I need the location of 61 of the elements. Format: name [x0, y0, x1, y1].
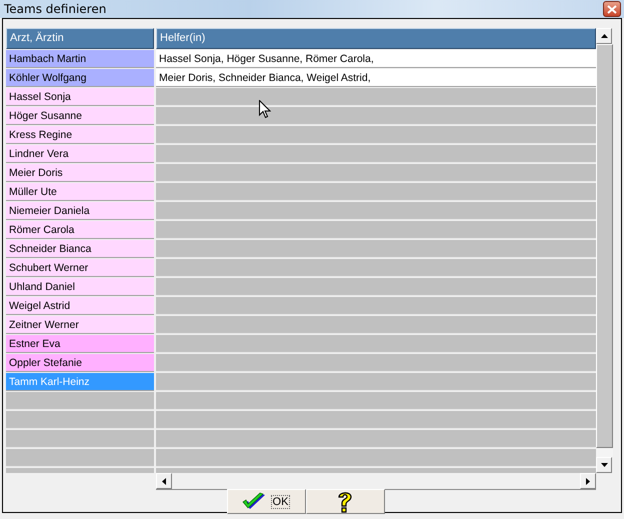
empty-cell[interactable]: [156, 88, 596, 106]
empty-cell[interactable]: [156, 202, 596, 220]
table-cell[interactable]: Oppler Stefanie: [6, 354, 154, 372]
table-cell[interactable]: Schubert Werner: [6, 259, 154, 277]
window-title: Teams definieren: [4, 2, 106, 16]
table-cell[interactable]: Römer Carola: [6, 221, 154, 239]
scroll-left-button[interactable]: [156, 473, 172, 489]
empty-cell[interactable]: [156, 278, 596, 296]
table-cell[interactable]: Lindner Vera: [6, 145, 154, 163]
empty-cell[interactable]: [156, 316, 596, 334]
empty-cell[interactable]: [156, 354, 596, 372]
table-cell[interactable]: Estner Eva: [6, 335, 154, 353]
horizontal-scrollbar[interactable]: [156, 473, 596, 490]
empty-cell[interactable]: [156, 183, 596, 201]
empty-cell[interactable]: [156, 221, 596, 239]
empty-cell[interactable]: [156, 164, 596, 182]
left-arrow-icon: [162, 478, 166, 484]
empty-cell[interactable]: [156, 145, 596, 163]
empty-cell[interactable]: [156, 107, 596, 125]
table-cell[interactable]: Weigel Astrid: [6, 297, 154, 315]
table-cell[interactable]: Hassel Sonja: [6, 88, 154, 106]
empty-cell[interactable]: [156, 240, 596, 258]
empty-cell[interactable]: [6, 430, 154, 448]
table-cell[interactable]: Müller Ute: [6, 183, 154, 201]
empty-cell[interactable]: [156, 259, 596, 277]
question-mark-icon: [336, 490, 354, 514]
scroll-down-button[interactable]: [596, 457, 612, 473]
scroll-up-button[interactable]: [596, 28, 612, 44]
column-header[interactable]: Helfer(in): [156, 28, 596, 49]
empty-cell[interactable]: [156, 373, 596, 391]
table-cell[interactable]: Köhler Wolfgang: [6, 69, 154, 87]
column-header[interactable]: Arzt, Ärztin: [6, 28, 154, 49]
up-arrow-icon: [600, 34, 608, 38]
table-cell[interactable]: Schneider Bianca: [6, 240, 154, 258]
empty-cell[interactable]: [156, 297, 596, 315]
empty-cell[interactable]: [156, 392, 596, 410]
empty-cell[interactable]: [156, 126, 596, 144]
table-cell[interactable]: Höger Susanne: [6, 107, 154, 125]
table-cell[interactable]: Uhland Daniel: [6, 278, 154, 296]
scroll-right-button[interactable]: [580, 473, 596, 489]
table-cell[interactable]: Kress Regine: [6, 126, 154, 144]
empty-cell[interactable]: [6, 449, 154, 467]
empty-cell[interactable]: [156, 449, 596, 467]
table-cell[interactable]: Hassel Sonja, Höger Susanne, Römer Carola,: [156, 50, 596, 68]
empty-cell[interactable]: [156, 411, 596, 429]
empty-cell[interactable]: [6, 411, 154, 429]
empty-cell[interactable]: [156, 430, 596, 448]
table-cell[interactable]: Meier Doris: [6, 164, 154, 182]
empty-cell[interactable]: [6, 392, 154, 410]
ok-button[interactable]: OK: [226, 489, 306, 514]
close-button[interactable]: [603, 1, 621, 17]
empty-cell[interactable]: [156, 335, 596, 353]
table-cell[interactable]: Zeitner Werner: [6, 316, 154, 334]
table-cell[interactable]: Hambach Martin: [6, 50, 154, 68]
table-cell[interactable]: Niemeier Daniela: [6, 202, 154, 220]
table-cell[interactable]: Meier Doris, Schneider Bianca, Weigel Astrid,: [156, 69, 596, 87]
down-arrow-icon: [600, 463, 608, 467]
right-arrow-icon: [586, 478, 590, 484]
close-icon: [607, 4, 617, 14]
mouse-pointer-icon: [259, 100, 271, 119]
help-button[interactable]: [306, 489, 384, 514]
